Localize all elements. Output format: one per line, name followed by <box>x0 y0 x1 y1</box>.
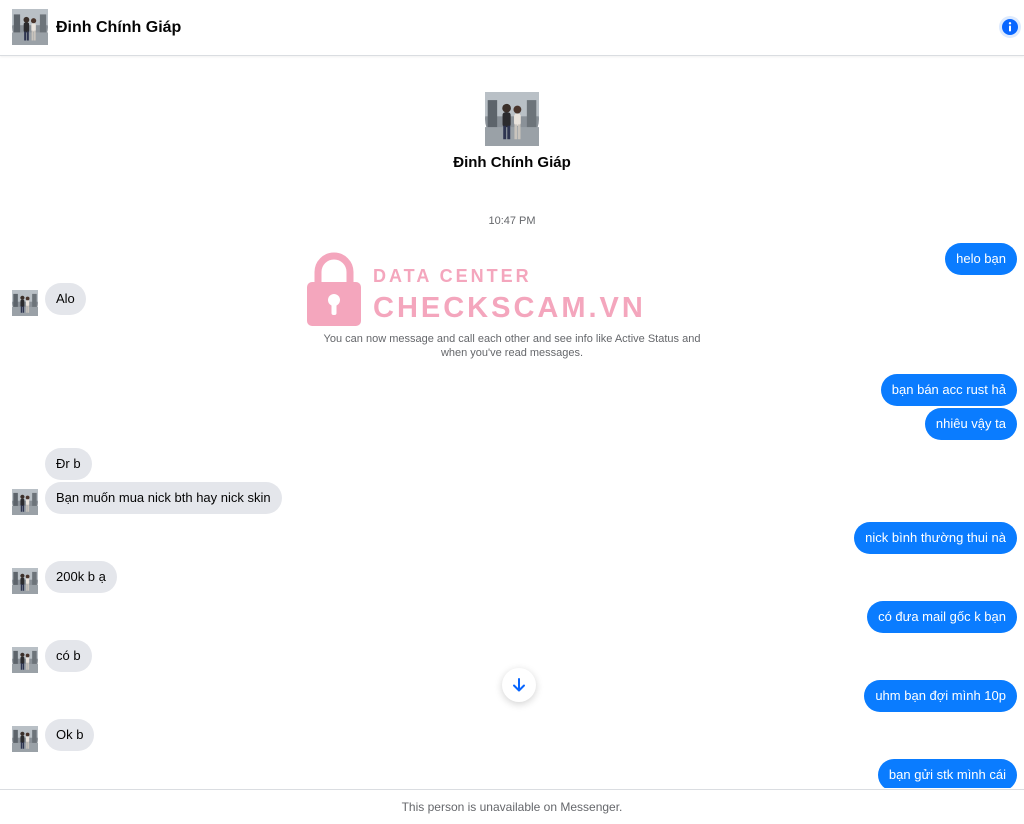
sender-avatar[interactable] <box>12 726 38 752</box>
message-bubble-outgoing[interactable]: bạn bán acc rust hả <box>880 374 1017 406</box>
message-bubble-outgoing[interactable]: bạn gửi stk mình cái <box>877 759 1017 788</box>
contact-name[interactable]: Đinh Chính Giáp <box>56 18 181 38</box>
arrow-down-icon <box>513 678 525 692</box>
message-bubble-incoming[interactable]: có b <box>45 640 92 672</box>
watermark-line1: DATA CENTER <box>373 266 532 286</box>
contact-avatar[interactable] <box>12 9 48 45</box>
unavailable-notice: This person is unavailable on Messenger. <box>0 789 1024 818</box>
scroll-to-bottom-button[interactable] <box>502 668 536 702</box>
message-timestamp: 10:47 PM <box>488 215 536 227</box>
message-bubble-outgoing[interactable]: có đưa mail gốc k bạn <box>867 601 1017 633</box>
lock-icon <box>307 252 361 326</box>
conversation-header: Đinh Chính Giáp <box>0 0 1024 56</box>
sender-avatar[interactable] <box>12 647 38 673</box>
profile-name: Đinh Chính Giáp <box>453 154 571 171</box>
watermark: DATA CENTER CHECKSCAM.VN <box>305 252 645 332</box>
message-bubble-incoming[interactable]: Đr b <box>45 448 92 480</box>
message-bubble-incoming[interactable]: Alo <box>45 283 86 315</box>
system-note: You can now message and call each other … <box>323 333 701 359</box>
message-bubble-outgoing[interactable]: helo bạn <box>945 243 1017 275</box>
info-icon[interactable] <box>999 16 1021 38</box>
message-bubble-outgoing[interactable]: nick bình thường thui nà <box>854 522 1017 554</box>
message-bubble-outgoing[interactable]: nhiêu vậy ta <box>924 408 1017 440</box>
watermark-line2: CHECKSCAM.VN <box>373 292 646 324</box>
message-bubble-incoming[interactable]: Ok b <box>45 719 95 751</box>
sender-avatar[interactable] <box>12 290 38 316</box>
message-bubble-outgoing[interactable]: uhm bạn đợi mình 10p <box>864 680 1017 712</box>
sender-avatar[interactable] <box>12 568 38 594</box>
sender-avatar[interactable] <box>12 489 38 515</box>
profile-avatar[interactable] <box>485 92 539 146</box>
message-bubble-incoming[interactable]: 200k b ạ <box>45 561 117 593</box>
message-bubble-incoming[interactable]: Bạn muốn mua nick bth hay nick skin <box>45 482 282 514</box>
